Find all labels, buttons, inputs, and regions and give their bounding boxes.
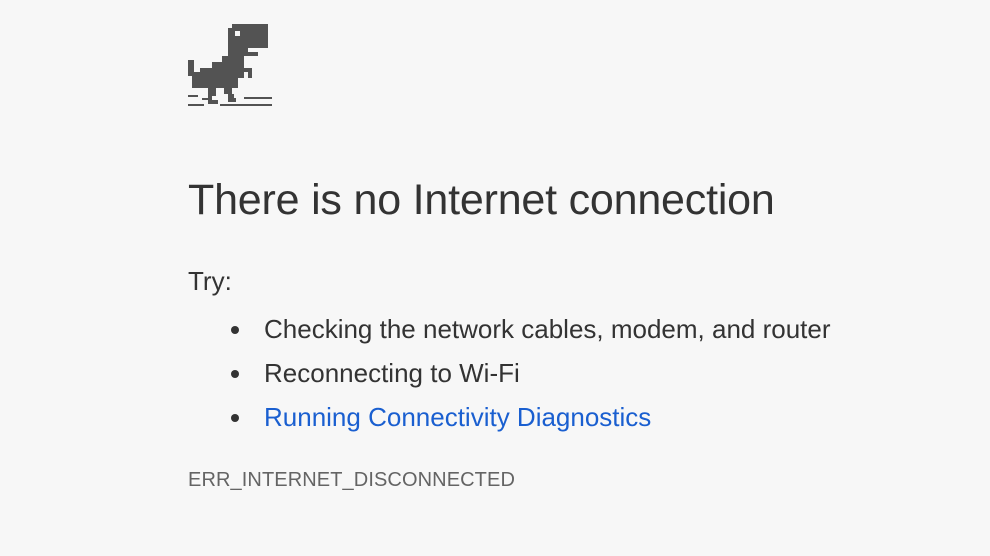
list-item: Running Connectivity Diagnostics [231,395,831,439]
page-title: There is no Internet connection [188,176,775,224]
list-item: Reconnecting to Wi-Fi [231,351,831,395]
bullet-icon [231,414,239,422]
bullet-icon [231,370,239,378]
offline-dinosaur-icon [188,24,272,106]
suggestion-text: Reconnecting to Wi-Fi [264,358,520,388]
offline-page: There is no Internet connection Try: Che… [188,24,948,491]
error-code: ERR_INTERNET_DISCONNECTED [188,469,515,491]
suggestion-list: Checking the network cables, modem, and … [188,307,831,439]
try-label: Try: [188,266,232,296]
bullet-icon [231,326,239,334]
list-item: Checking the network cables, modem, and … [231,307,831,351]
suggestion-text: Checking the network cables, modem, and … [264,314,831,344]
diagnostics-link[interactable]: Running Connectivity Diagnostics [264,402,651,432]
